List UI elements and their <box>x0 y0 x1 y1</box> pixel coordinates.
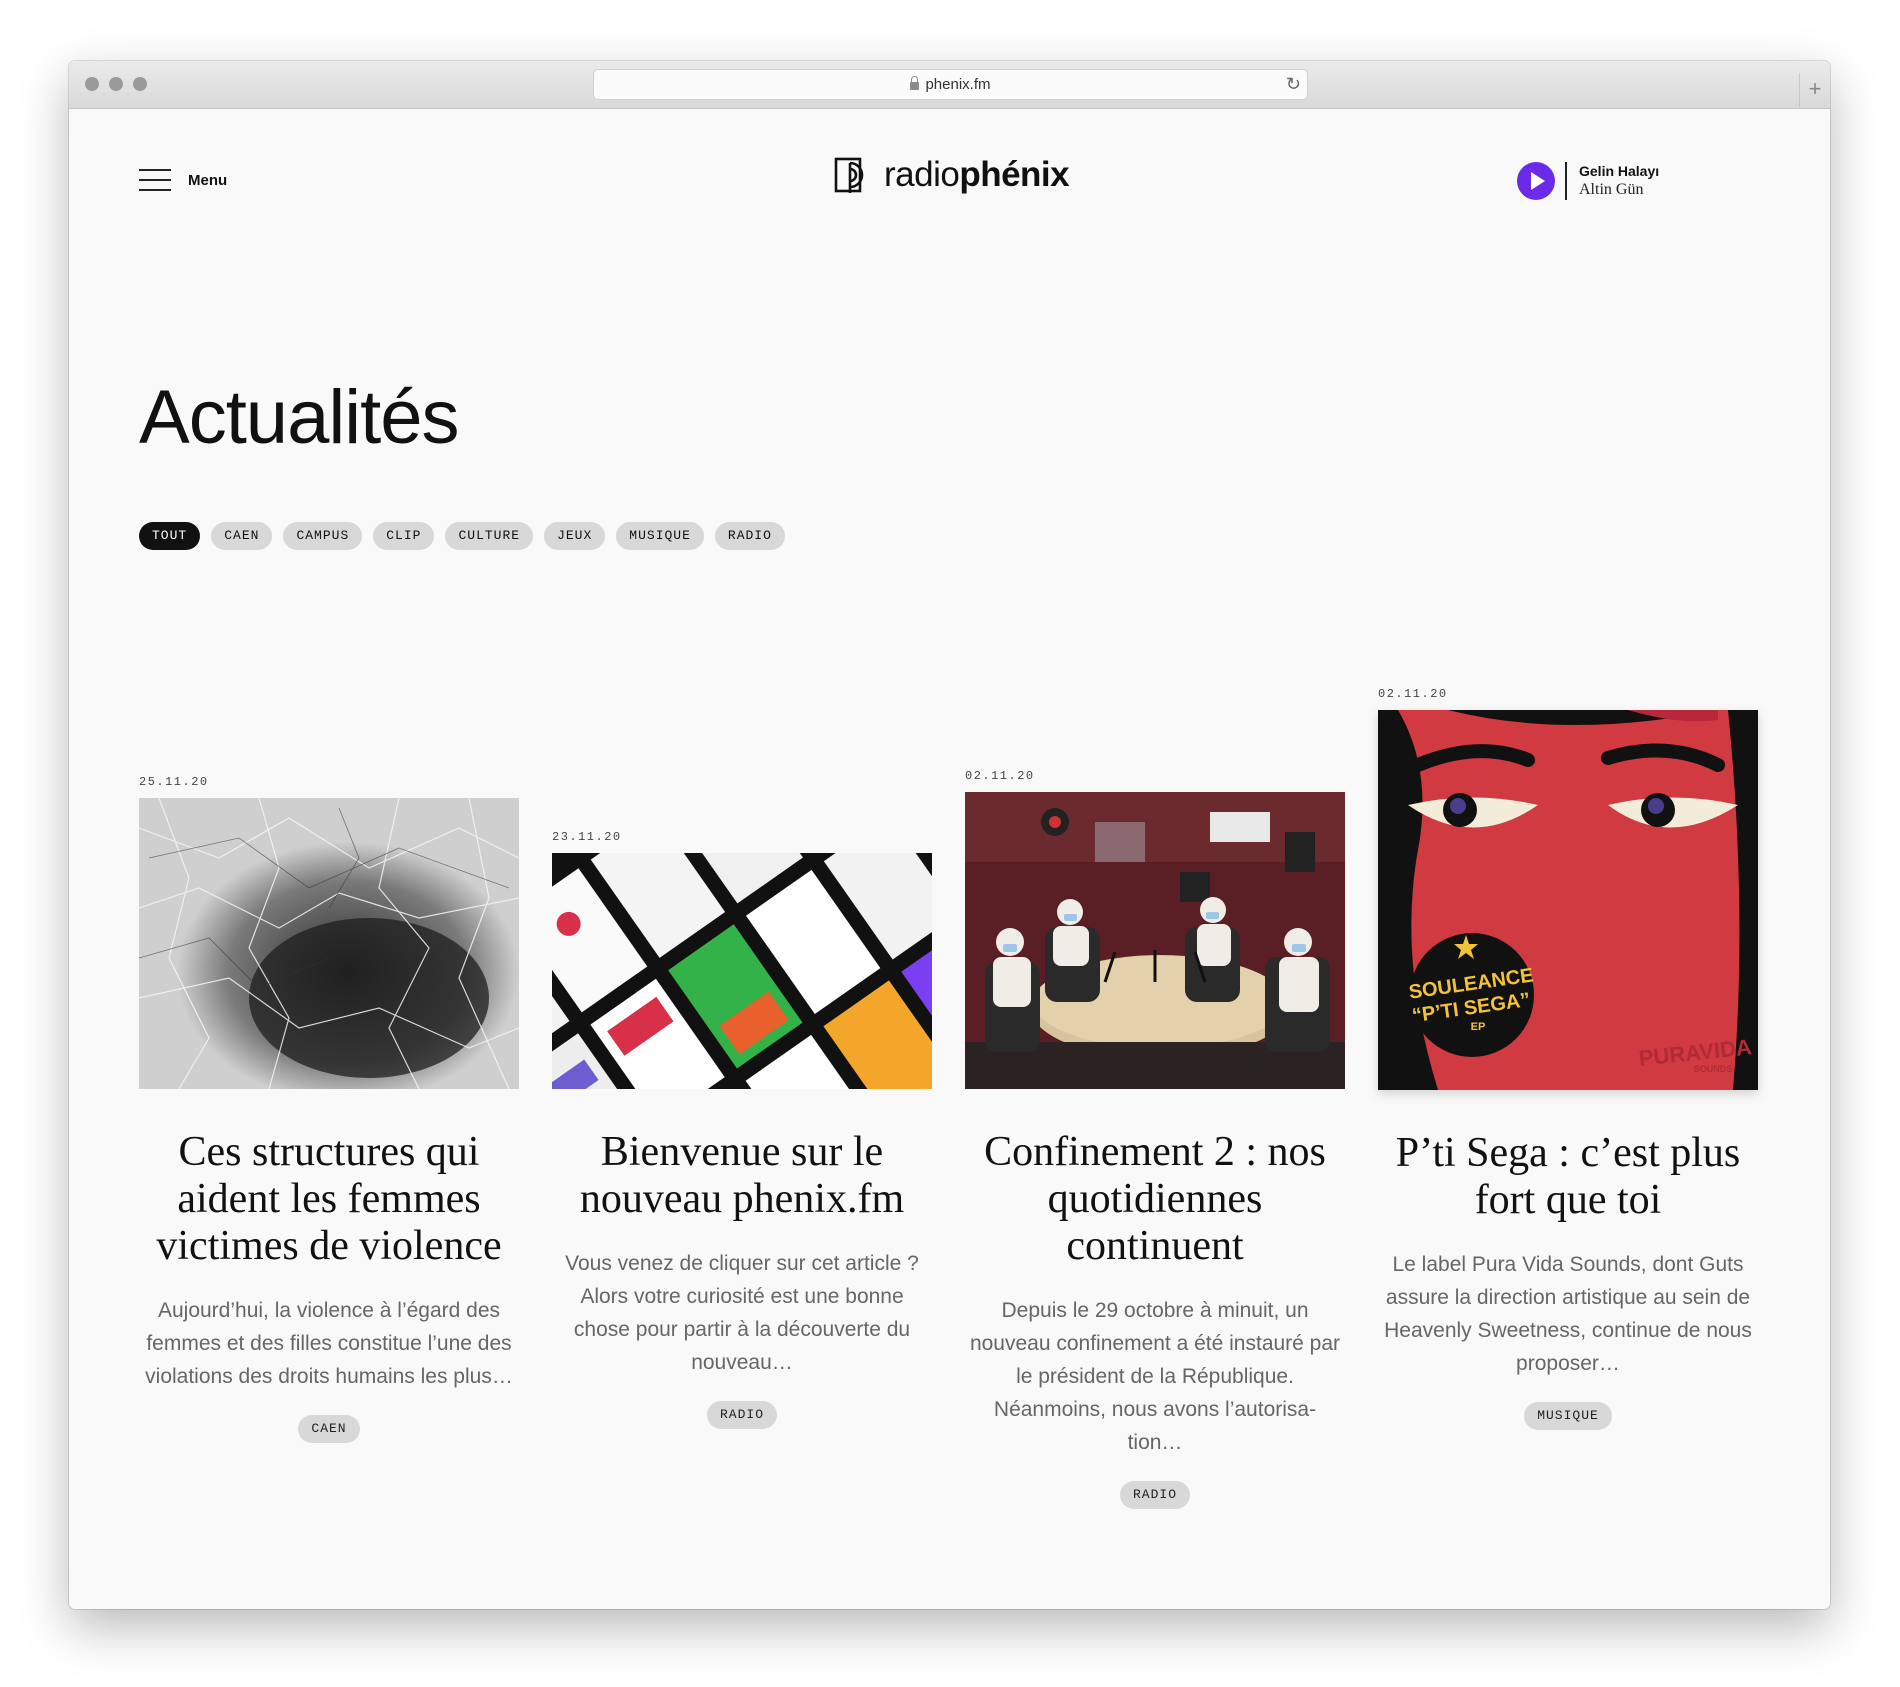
article-excerpt: Depuis le 29 octobre à minuit, un nouvea… <box>969 1299 1341 1454</box>
article-title[interactable]: Confinement 2 : nos quotidiennes continu… <box>965 1129 1345 1270</box>
filter-clip[interactable]: CLIP <box>373 522 435 550</box>
menu-button[interactable]: Menu <box>139 169 227 191</box>
phenix-logo-icon <box>834 157 864 193</box>
filter-radio[interactable]: RADIO <box>714 522 785 550</box>
article-title[interactable]: Ces structures qui aident les femmes vic… <box>139 1129 519 1270</box>
browser-titlebar: phenix.fm ↻ + <box>69 61 1830 109</box>
filter-musique[interactable]: MUSIQUE <box>616 522 704 550</box>
article-card[interactable]: 23.11.20 Bienvenue sur le nouveau phenix… <box>552 830 932 1429</box>
article-card[interactable]: 25.11.20 Ces structures qui aident les f… <box>139 775 519 1443</box>
site-logo[interactable]: radiophénix <box>834 155 1070 195</box>
article-title[interactable]: Bienvenue sur le nouveau phenix.fm <box>552 1129 932 1223</box>
play-button[interactable] <box>1517 162 1555 200</box>
cover-ep-text: EP <box>1471 1021 1486 1033</box>
menu-label: Menu <box>188 171 228 189</box>
article-date: 25.11.20 <box>139 775 209 789</box>
filter-jeux[interactable]: JEUX <box>544 522 606 550</box>
article-tag[interactable]: RADIO <box>706 1401 777 1429</box>
article-excerpt: Vous venez de cliquer sur cet article ? … <box>565 1252 919 1374</box>
article-date: 02.11.20 <box>1378 687 1448 701</box>
page-title: Actualités <box>139 375 459 460</box>
logo-text: radiophénix <box>884 155 1070 194</box>
zoom-window-button[interactable] <box>133 77 147 91</box>
lock-icon <box>910 75 920 90</box>
article-tag[interactable]: RADIO <box>1119 1481 1190 1509</box>
new-tab-button[interactable]: + <box>1799 73 1830 107</box>
article-card[interactable]: 02.11.20 Confinement 2: nos quotidienne… <box>965 769 1345 1509</box>
category-filters: TOUT CAEN CAMPUS CLIP CULTURE JEUX MUSIQ… <box>139 522 785 550</box>
article-excerpt: Aujourd’hui, la violence à l’égard des f… <box>145 1299 513 1388</box>
now-playing: Gelin Halayı Altin Gün <box>1517 162 1659 200</box>
article-date: 23.11.20 <box>552 830 622 844</box>
now-playing-divider <box>1565 162 1567 200</box>
radio-studio-photo[interactable] <box>965 792 1345 1089</box>
track-title: Gelin Halayı <box>1579 163 1660 179</box>
now-playing-info: Gelin Halayı Altin Gün <box>1579 163 1659 199</box>
close-window-button[interactable] <box>85 77 99 91</box>
article-tag[interactable]: CAEN <box>298 1415 360 1443</box>
article-tag[interactable]: MUSIQUE <box>1524 1402 1612 1430</box>
website-mockups-image[interactable] <box>552 853 932 1089</box>
article-title[interactable]: P’ti Sega : c’est plus fort que toi <box>1378 1130 1758 1224</box>
article-excerpt: Le label Pura Vida Sounds, dont Guts ass… <box>1384 1253 1752 1375</box>
album-cover-image[interactable]: SOULEANCE “P’TI SEGA” EP PURAVIDA SOUNDS <box>1378 710 1758 1090</box>
filter-campus[interactable]: CAMPUS <box>283 522 363 550</box>
page-content: Menu radiophénix Gelin Halayı Altin Gün … <box>69 109 1830 1609</box>
filter-caen[interactable]: CAEN <box>211 522 273 550</box>
filter-culture[interactable]: CULTURE <box>445 522 534 550</box>
article-date: 02.11.20 <box>965 769 1035 783</box>
url-text: phenix.fm <box>925 76 991 93</box>
article-card[interactable]: 02.11.20 SOULEANCE “P’TI SEGA” EP PURAVI… <box>1378 687 1758 1430</box>
track-artist: Altin Gün <box>1579 181 1644 198</box>
reload-icon[interactable]: ↻ <box>1286 74 1301 95</box>
broken-glass-image[interactable] <box>139 798 519 1089</box>
address-bar[interactable]: phenix.fm ↻ <box>593 69 1308 100</box>
cover-label-sub-text: SOUNDS <box>1694 1064 1733 1074</box>
browser-window: phenix.fm ↻ + Menu radiophénix Gelin Hal… <box>69 61 1830 1609</box>
hamburger-icon <box>139 169 171 191</box>
minimize-window-button[interactable] <box>109 77 123 91</box>
filter-tout[interactable]: TOUT <box>139 522 201 550</box>
